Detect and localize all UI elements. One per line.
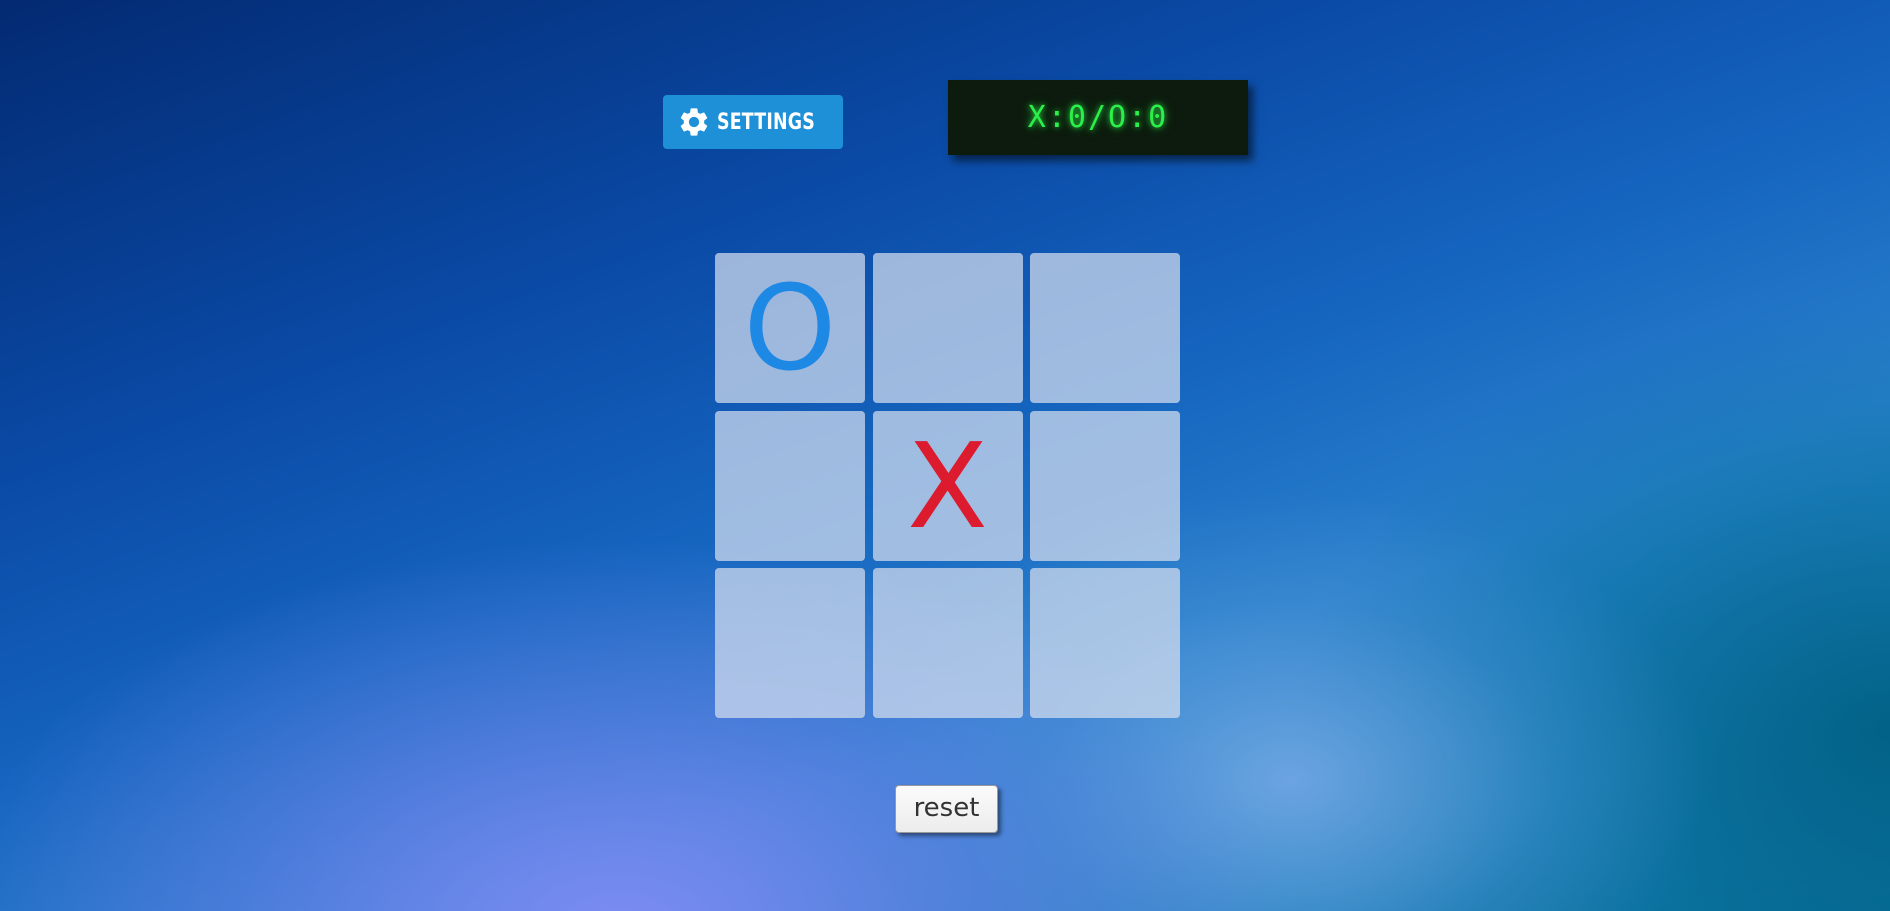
gear-icon [677, 105, 711, 139]
scoreboard: X:0/O:0 [948, 80, 1248, 155]
settings-button[interactable]: SETTINGS [663, 95, 843, 149]
reset-button[interactable]: reset [895, 785, 998, 833]
game-board: O X [715, 253, 1180, 718]
score-text: X:0/O:0 [1027, 100, 1169, 135]
board-cell-4[interactable] [715, 410, 865, 561]
settings-label: SETTINGS [717, 109, 816, 135]
board-cell-1[interactable]: O [715, 253, 865, 403]
board-cell-8[interactable] [872, 568, 1023, 718]
board-cell-6[interactable] [1030, 410, 1180, 561]
board-cell-7[interactable] [715, 568, 865, 718]
board-cell-5[interactable]: X [872, 410, 1023, 561]
board-cell-9[interactable] [1030, 568, 1180, 718]
board-cell-3[interactable] [1030, 253, 1180, 403]
board-cell-2[interactable] [872, 253, 1023, 403]
